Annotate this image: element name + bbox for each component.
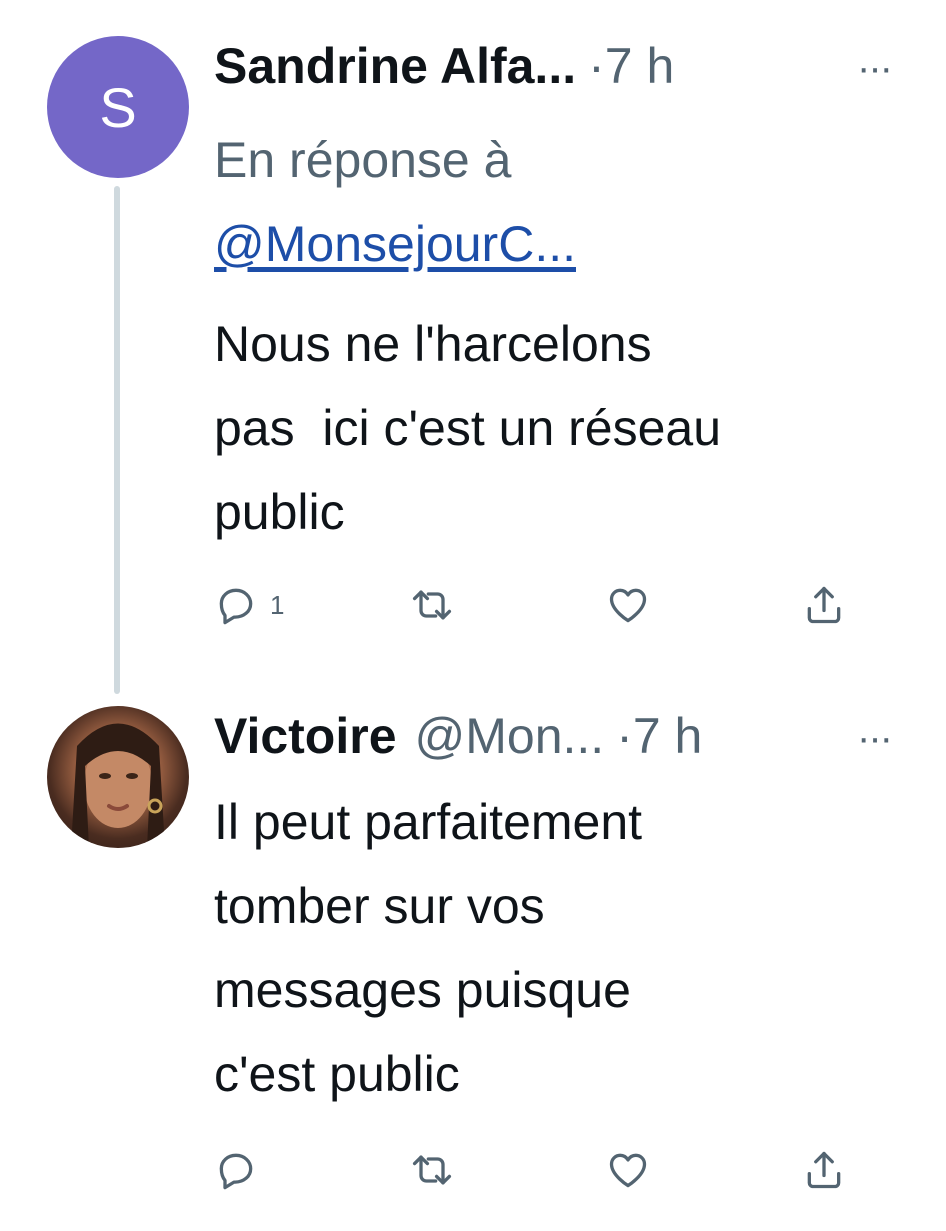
author-name[interactable]: Sandrine Alfa...	[214, 36, 576, 96]
tweet-actions	[214, 1145, 864, 1195]
avatar[interactable]: S	[47, 36, 189, 178]
reply-count: 1	[270, 589, 285, 620]
timestamp[interactable]: 7 h	[605, 36, 675, 96]
reply-button[interactable]	[214, 1145, 258, 1195]
heart-icon	[606, 583, 650, 627]
heart-icon	[606, 1148, 650, 1192]
tweet-text-line: Nous ne l'harcelons	[214, 316, 652, 372]
reply-button[interactable]: 1	[214, 580, 284, 630]
retweet-icon	[410, 1148, 454, 1192]
author-handle[interactable]: @Mon...	[415, 706, 605, 766]
tweet-sandrine[interactable]: S Sandrine Alfa... · 7 h ··· En réponse …	[0, 0, 946, 700]
tweet-header: Victoire @Mon... · 7 h	[214, 706, 702, 766]
retweet-button[interactable]	[410, 580, 454, 630]
reply-icon	[214, 583, 258, 627]
avatar-letter: S	[99, 75, 137, 139]
tweet-text-line: pas ici c'est un réseau	[214, 400, 722, 456]
share-icon	[802, 583, 846, 627]
like-button[interactable]	[606, 580, 650, 630]
tweet-text: Nous ne l'harcelons pas ici c'est un rés…	[214, 302, 904, 554]
share-button[interactable]	[802, 1145, 846, 1195]
author-name[interactable]: Victoire	[214, 706, 397, 766]
avatar-photo-icon	[71, 723, 165, 848]
tweet-text-line: Il peut parfaitement	[214, 794, 643, 850]
tweet-text-line: tomber sur vos	[214, 878, 545, 934]
tweet-text-line: public	[214, 484, 345, 540]
share-button[interactable]	[802, 580, 846, 630]
separator-dot: ·	[616, 708, 633, 764]
tweet-actions: 1	[214, 580, 864, 630]
more-options-icon[interactable]: ···	[852, 48, 896, 88]
reply-context-label: En réponse à	[214, 132, 512, 188]
reply-icon	[214, 1148, 258, 1192]
tweet-header: Sandrine Alfa... · 7 h	[214, 36, 674, 96]
like-button[interactable]	[606, 1145, 650, 1195]
retweet-icon	[410, 583, 454, 627]
more-options-icon[interactable]: ···	[852, 718, 896, 758]
separator-dot: ·	[588, 38, 605, 94]
tweet-text-line: c'est public	[214, 1046, 460, 1102]
avatar[interactable]	[47, 706, 189, 848]
retweet-button[interactable]	[410, 1145, 454, 1195]
timestamp[interactable]: 7 h	[633, 706, 703, 766]
reply-mention-link[interactable]: @MonsejourC...	[214, 202, 576, 286]
share-icon	[802, 1148, 846, 1192]
tweet-text-line: messages puisque	[214, 962, 631, 1018]
tweet-victoire[interactable]: Victoire @Mon... · 7 h ··· Il peut parfa…	[0, 700, 946, 1231]
tweet-text: Il peut parfaitement tomber sur vos mess…	[214, 780, 904, 1116]
